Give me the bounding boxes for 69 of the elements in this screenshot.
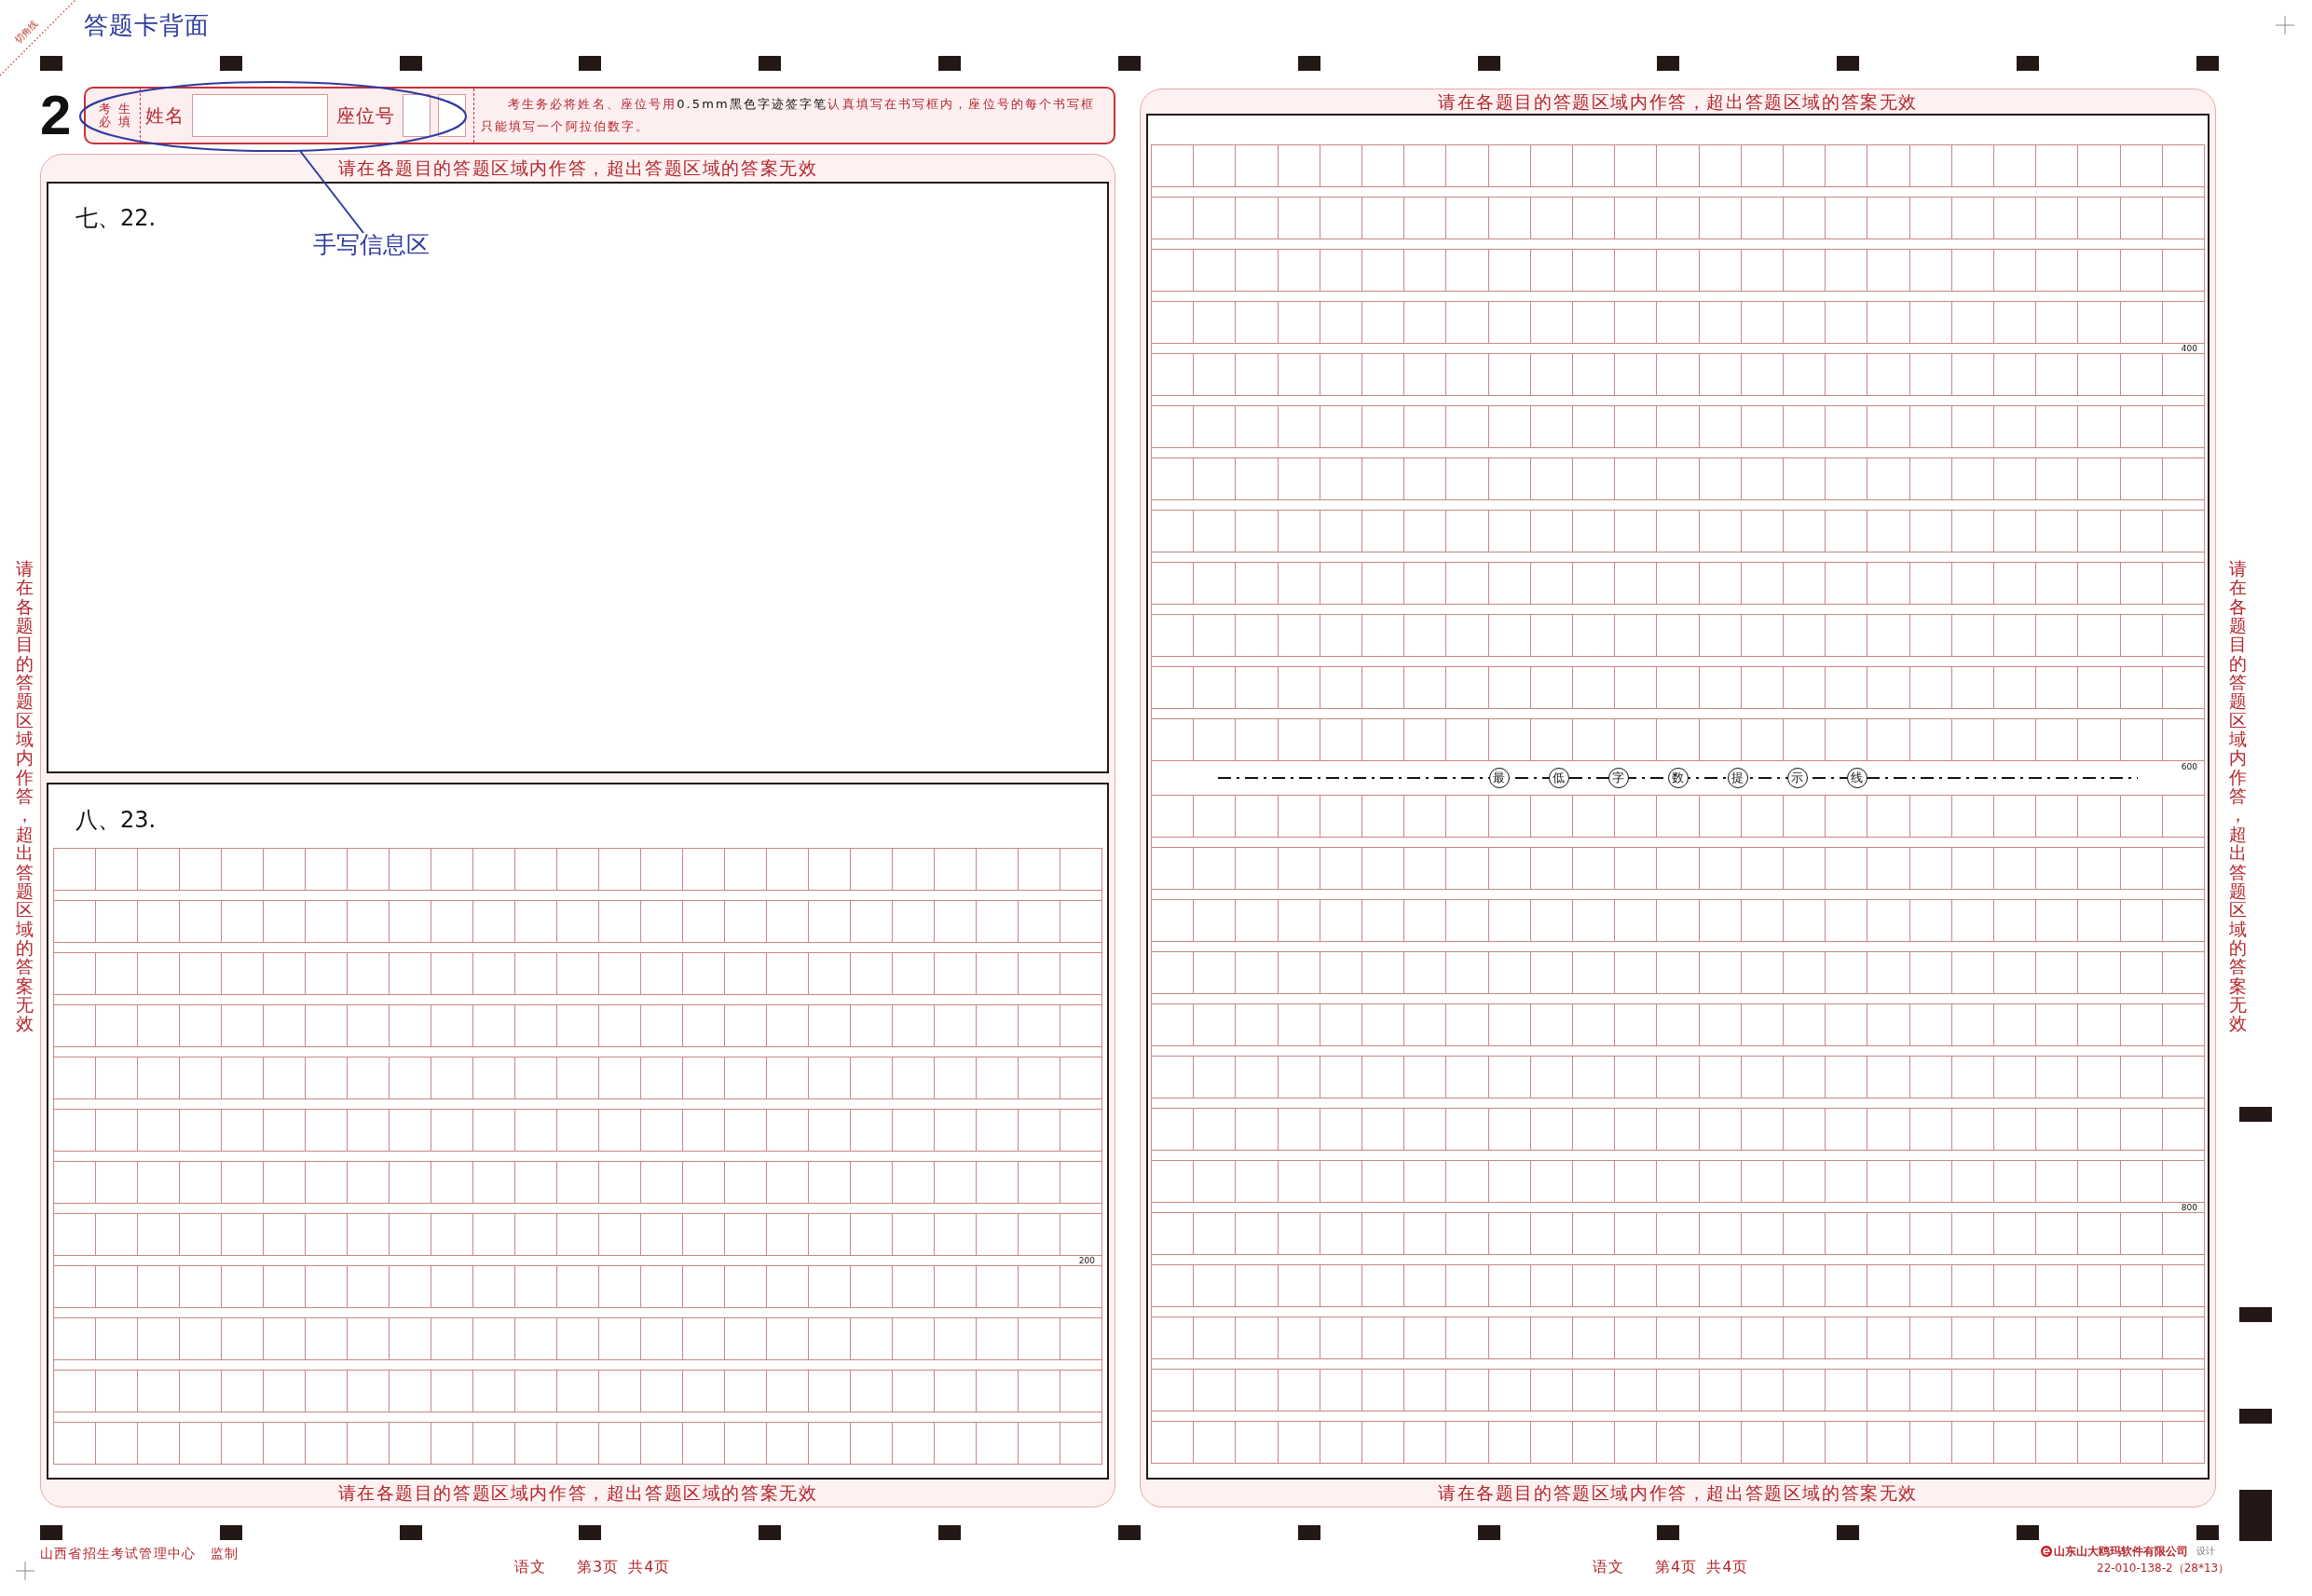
timing-mark-icon (1477, 56, 1500, 71)
subject-label: 语文 (1593, 1559, 1624, 1576)
required-label: 考生必填 (99, 102, 137, 129)
timing-mark-icon (1297, 56, 1320, 71)
timing-mark-icon (1837, 1525, 1860, 1540)
design-credit: 设计 (2196, 1546, 2215, 1557)
timing-mark-icon (40, 56, 62, 71)
panel-notice: 请在各题目的答题区域内作答，超出答题区域的答案无效 (1437, 90, 1919, 114)
timing-mark-icon (2017, 56, 2040, 71)
instruction-text: 考生务必将姓名、座位号用 0.5mm黑色字迹签字笔认真填写在书写框内，座位号的每个书写框只能填写一个阿拉伯数字。 (481, 96, 1097, 135)
timing-mark-icon (579, 1525, 602, 1540)
timing-mark-icon (2239, 1306, 2272, 1322)
timing-mark-icon (938, 1525, 962, 1540)
question-label: 八、23. (75, 806, 157, 834)
circled-character: 字 (1607, 768, 1629, 788)
timing-mark-icon (1117, 1525, 1141, 1540)
timing-mark-icon (2239, 1106, 2272, 1122)
timing-mark-icon (2196, 56, 2219, 71)
timing-mark-icon (40, 1525, 62, 1540)
cut-line-label: 切角线 (12, 18, 40, 46)
page-count: 第4页 共4页 (1655, 1559, 1749, 1576)
circled-character: 低 (1548, 768, 1569, 788)
panel-notice: 请在各题目的答题区域内作答，超出答题区域的答案无效 (1437, 1481, 1919, 1505)
seat-label: 座位号 (336, 104, 395, 127)
side-notice: 请在各题目的答题区域内作答，超出答题区域的答案无效 (16, 560, 34, 1034)
timing-mark-icon (1297, 1525, 1320, 1540)
circled-character: 最 (1488, 768, 1510, 788)
word-count-mark: 400 (2181, 344, 2197, 353)
timing-mark-icon (399, 1525, 422, 1540)
question-label: 七、22. (75, 204, 157, 232)
timing-mark-icon (759, 56, 782, 71)
timing-mark-icon (1477, 1525, 1500, 1540)
timing-mark-icon (1657, 1525, 1680, 1540)
company-name: 山东山大鸥玛软件有限公司 (2054, 1545, 2188, 1558)
panel-notice: 请在各题目的答题区域内作答，超出答题区域的答案无效 (336, 1481, 819, 1505)
timing-mark-icon (1837, 56, 1860, 71)
timing-mark-icon (2239, 1408, 2272, 1424)
panel-notice: 请在各题目的答题区域内作答，超出答题区域的答案无效 (336, 157, 819, 180)
seat-number-field (403, 94, 431, 137)
supervisor-credit: 山西省招生考试管理中心 监制 (40, 1546, 239, 1561)
circled-character: 线 (1846, 768, 1867, 788)
subject-label: 语文 (514, 1559, 546, 1576)
name-label: 姓名 (145, 104, 185, 127)
crosshair-icon (2276, 16, 2294, 34)
timing-mark-icon (2239, 1489, 2272, 1541)
word-count-mark: 600 (2181, 763, 2197, 771)
side-notice: 请在各题目的答题区域内作答，超出答题区域的答案无效 (2229, 560, 2247, 1034)
circled-character: 示 (1786, 768, 1808, 788)
timing-mark-icon (219, 1525, 242, 1540)
timing-mark-icon (2017, 1525, 2040, 1540)
page-number-digit: 2 (40, 87, 73, 144)
crosshair-icon (16, 1562, 34, 1580)
word-count-mark: 200 (1078, 1256, 1095, 1265)
timing-mark-icon (1117, 56, 1141, 71)
sheet-code: 22-010-138-2（28*13） (2097, 1561, 2230, 1576)
timing-mark-icon (579, 56, 602, 71)
circled-character: 提 (1727, 768, 1748, 788)
logo-icon (2041, 1546, 2052, 1557)
timing-mark-icon (219, 56, 242, 71)
circled-character: 数 (1667, 768, 1689, 788)
timing-mark-icon (938, 56, 962, 71)
word-count-mark: 800 (2181, 1203, 2197, 1212)
page-count: 第3页 共4页 (577, 1559, 671, 1576)
timing-mark-icon (2196, 1525, 2219, 1540)
annotation-label: 手写信息区 (313, 231, 430, 259)
timing-mark-icon (759, 1525, 782, 1540)
sheet-title: 答题卡背面 (84, 10, 210, 41)
timing-mark-icon (399, 56, 422, 71)
timing-mark-icon (1657, 56, 1680, 71)
